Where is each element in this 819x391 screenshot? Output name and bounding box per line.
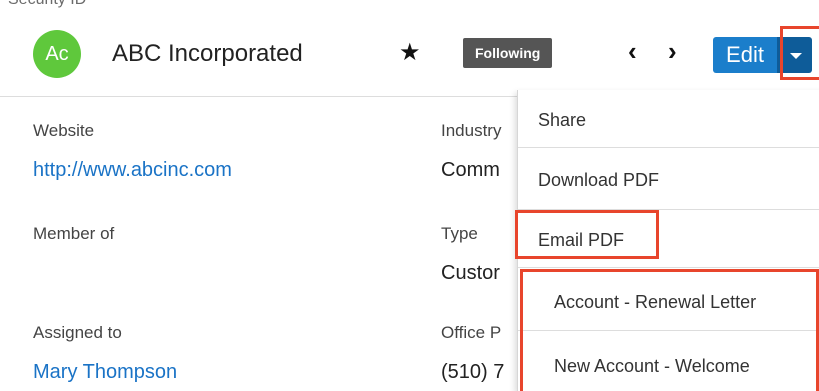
assigned-to-label: Assigned to — [33, 323, 122, 342]
menu-divider — [518, 147, 819, 148]
edit-button[interactable]: Edit — [713, 37, 777, 73]
favorite-star-icon[interactable]: ★ — [399, 38, 421, 67]
type-value: Custor — [441, 262, 500, 284]
website-label: Website — [33, 121, 95, 140]
website-value-link[interactable]: http://www.abcinc.com — [33, 159, 232, 182]
industry-value: Comm — [441, 159, 500, 181]
following-button[interactable]: Following — [463, 38, 553, 68]
office-phone-value: (510) 7 — [441, 361, 505, 383]
assigned-to-value-link[interactable]: Mary Thompson — [33, 361, 177, 384]
menu-item-download-pdf-label: Download PDF — [538, 170, 660, 190]
previous-record-icon[interactable]: ‹ — [628, 36, 637, 67]
member-of-label: Member of — [33, 224, 115, 243]
industry-label: Industry — [441, 121, 502, 140]
type-label: Type — [441, 224, 478, 243]
highlight-email-pdf — [515, 210, 659, 259]
record-title: ABC Incorporated — [112, 40, 303, 67]
menu-divider — [518, 267, 819, 268]
next-record-icon[interactable]: › — [668, 36, 677, 67]
highlight-pdf-templates — [520, 269, 819, 391]
right-fields-column: Industry Comm Type Custor Office P (510)… — [441, 96, 521, 391]
office-phone-label: Office P — [441, 323, 502, 342]
menu-item-share-label: Share — [538, 110, 587, 130]
account-avatar: Ac — [33, 30, 81, 78]
highlight-actions-caret — [780, 26, 819, 80]
record-header: Ac ABC Incorporated ★ Following ‹ › Edit — [0, 8, 819, 97]
